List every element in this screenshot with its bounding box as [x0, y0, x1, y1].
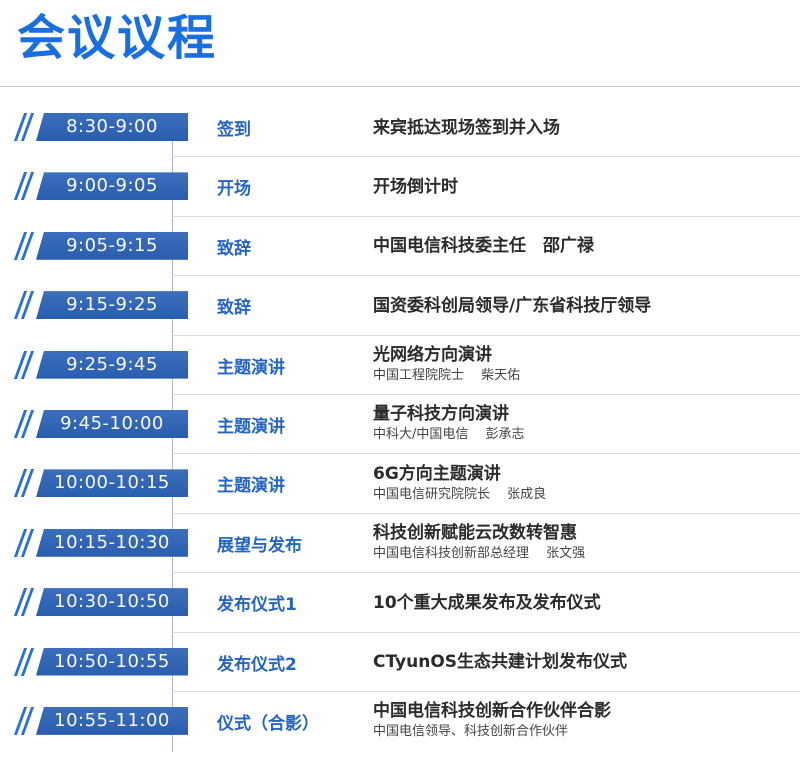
session-title: 中国电信科技委主任 邵广禄: [373, 236, 594, 257]
session-type: 致辞: [217, 238, 251, 259]
session-type: 主题演讲: [217, 357, 285, 378]
time-label: 9:45-10:00: [36, 409, 188, 438]
session-title: 6G方向主题演讲: [373, 463, 501, 484]
session-type: 致辞: [217, 298, 251, 319]
time-label: 10:55-11:00: [36, 706, 188, 735]
session-title: 量子科技方向演讲: [373, 404, 509, 425]
agenda-row: 10:50-10:55 发布仪式2 CTyunOS生态共建计划发布仪式: [0, 633, 800, 692]
title-divider: [0, 86, 800, 87]
agenda-row: 9:25-9:45 主题演讲 光网络方向演讲 中国工程院院士 柴天佑: [0, 336, 800, 395]
session-desc: 科技创新赋能云改数转智惠 中国电信科技创新部总经理 张文强: [373, 514, 585, 573]
session-speaker: 中国电信研究院院长 张成良: [373, 486, 547, 502]
session-speaker: 中国电信领导、科技创新合作伙伴: [373, 724, 569, 740]
session-title: 开场倒计时: [373, 176, 458, 197]
session-title: 光网络方向演讲: [373, 345, 492, 366]
time-badge: 8:30-9:00: [13, 113, 188, 141]
session-type: 签到: [217, 120, 251, 140]
session-speaker: 中国电信科技创新部总经理 张文强: [373, 546, 586, 562]
time-label: 10:50-10:55: [36, 647, 188, 676]
agenda-row: 10:30-10:50 发布仪式1 10个重大成果发布及发布仪式: [0, 573, 800, 633]
session-type: 发布仪式1: [217, 595, 297, 616]
session-desc: 来宾抵达现场签到并入场: [373, 98, 560, 157]
time-badge: 9:45-10:00: [13, 409, 188, 438]
time-badge: 9:25-9:45: [13, 350, 188, 379]
session-title: 国资委科创局领导/广东省科技厅领导: [373, 295, 652, 316]
time-label: 8:30-9:00: [36, 113, 188, 141]
session-desc: 10个重大成果发布及发布仪式: [373, 573, 601, 632]
agenda-row: 9:00-9:05 开场 开场倒计时: [0, 157, 800, 217]
session-title: 来宾抵达现场签到并入场: [373, 117, 560, 138]
page-title: 会议议程: [17, 10, 218, 66]
session-speaker: 中科大/中国电信 彭承志: [373, 427, 525, 443]
agenda-row: 10:15-10:30 展望与发布 科技创新赋能云改数转智惠 中国电信科技创新部…: [0, 514, 800, 574]
session-desc: 中国电信科技创新合作伙伴合影 中国电信领导、科技创新合作伙伴: [373, 692, 611, 751]
session-type: 开场: [217, 179, 251, 200]
session-speaker: 中国工程院院士 柴天佑: [373, 368, 521, 384]
session-desc: 开场倒计时: [373, 157, 458, 216]
session-type: 主题演讲: [217, 476, 285, 497]
time-badge: 10:55-11:00: [13, 706, 188, 735]
time-label: 10:00-10:15: [36, 469, 188, 498]
time-badge: 9:00-9:05: [13, 172, 188, 201]
session-desc: 6G方向主题演讲 中国电信研究院院长 张成良: [373, 454, 546, 513]
agenda-row: 8:30-9:00 签到 来宾抵达现场签到并入场: [0, 98, 800, 158]
time-label: 9:25-9:45: [36, 350, 188, 379]
agenda-row: 9:45-10:00 主题演讲 量子科技方向演讲 中科大/中国电信 彭承志: [0, 395, 800, 455]
session-type: 主题演讲: [217, 416, 285, 437]
session-type: 仪式（合影）: [217, 713, 319, 734]
session-title: CTyunOS生态共建计划发布仪式: [373, 652, 628, 673]
time-badge: 9:05-9:15: [13, 231, 188, 260]
time-label: 9:05-9:15: [36, 231, 188, 260]
agenda-list: 8:30-9:00 签到 来宾抵达现场签到并入场 9:00-9:05 开场 开场…: [0, 98, 800, 751]
session-desc: 国资委科创局领导/广东省科技厅领导: [373, 276, 651, 335]
agenda-row: 10:55-11:00 仪式（合影） 中国电信科技创新合作伙伴合影 中国电信领导…: [0, 692, 800, 751]
agenda-row: 9:15-9:25 致辞 国资委科创局领导/广东省科技厅领导: [0, 276, 800, 336]
time-badge: 9:15-9:25: [13, 291, 188, 320]
agenda-row: 10:00-10:15 主题演讲 6G方向主题演讲 中国电信研究院院长 张成良: [0, 454, 800, 514]
session-type: 展望与发布: [217, 535, 302, 556]
session-title: 10个重大成果发布及发布仪式: [373, 592, 601, 613]
session-desc: 中国电信科技委主任 邵广禄: [373, 217, 594, 276]
time-label: 9:00-9:05: [36, 172, 188, 201]
time-badge: 10:00-10:15: [13, 469, 188, 498]
session-desc: CTyunOS生态共建计划发布仪式: [373, 633, 627, 692]
time-badge: 10:30-10:50: [13, 588, 188, 617]
session-title: 中国电信科技创新合作伙伴合影: [373, 701, 611, 722]
time-badge: 10:15-10:30: [13, 528, 188, 557]
session-desc: 光网络方向演讲 中国工程院院士 柴天佑: [373, 336, 520, 395]
time-label: 9:15-9:25: [36, 291, 188, 320]
time-label: 10:30-10:50: [36, 588, 188, 617]
time-badge: 10:50-10:55: [13, 647, 188, 676]
session-title: 科技创新赋能云改数转智惠: [373, 523, 577, 544]
time-label: 10:15-10:30: [36, 528, 188, 557]
agenda-row: 9:05-9:15 致辞 中国电信科技委主任 邵广禄: [0, 217, 800, 277]
session-type: 发布仪式2: [217, 654, 297, 675]
session-desc: 量子科技方向演讲 中科大/中国电信 彭承志: [373, 395, 525, 454]
